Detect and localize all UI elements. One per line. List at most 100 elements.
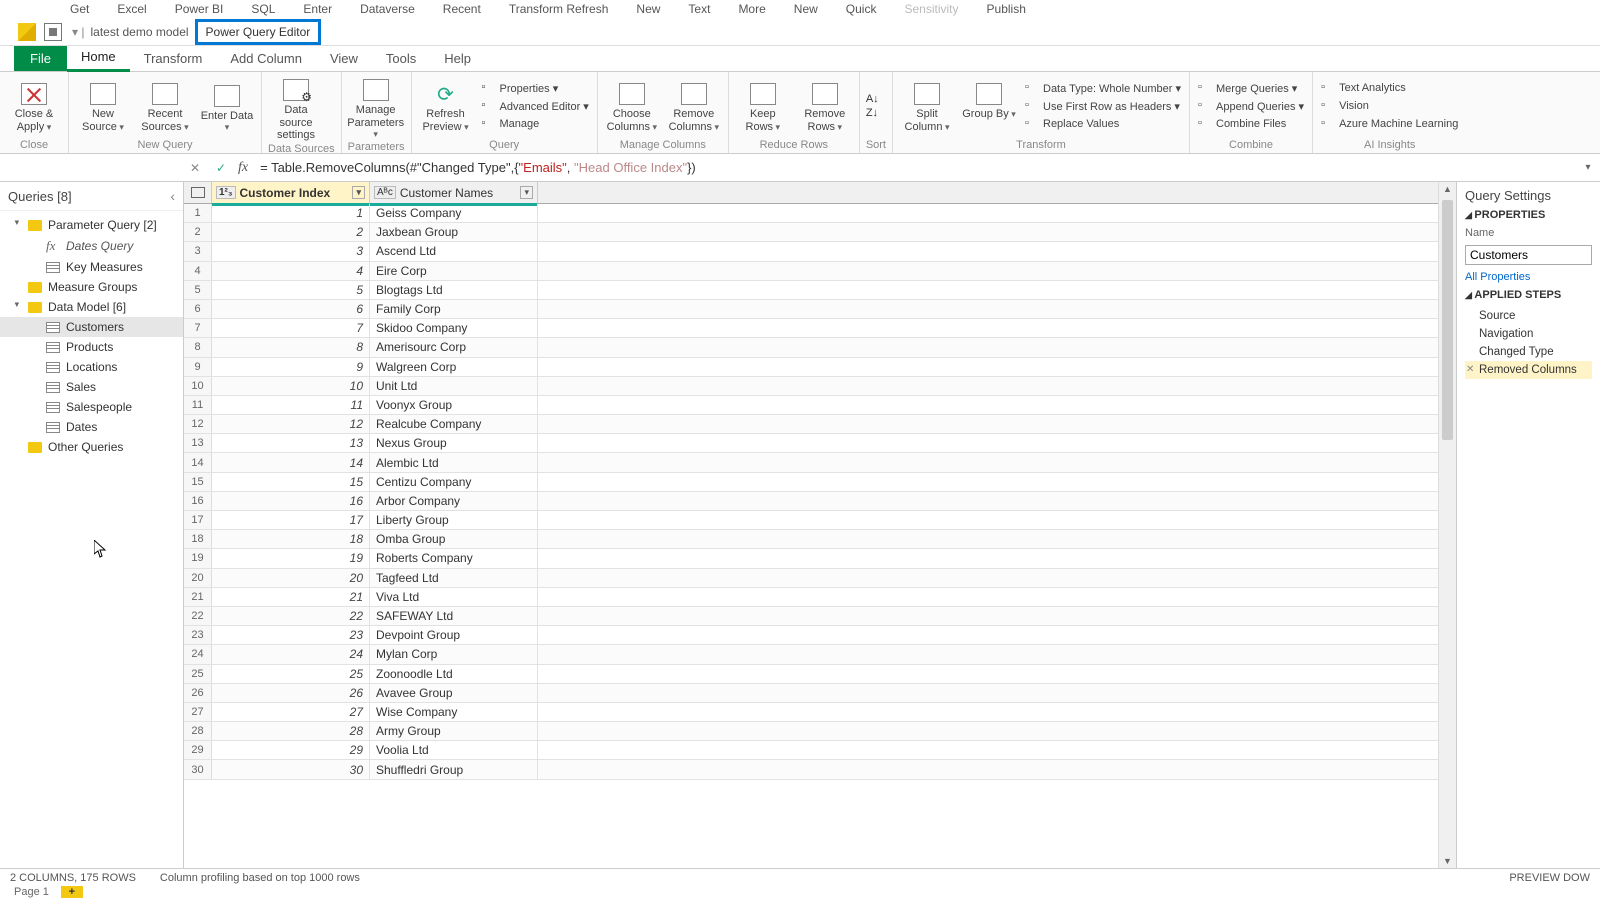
close-apply-button[interactable]: Close & Apply [6, 78, 62, 133]
table-row[interactable]: 1717Liberty Group [184, 511, 1438, 530]
cell-customer-index[interactable]: 27 [212, 703, 370, 721]
column-filter-button[interactable]: ▾ [352, 186, 365, 199]
recent-sources-button[interactable]: Recent Sources [137, 78, 193, 133]
cell-customer-name[interactable]: Army Group [370, 722, 538, 740]
append-queries-button[interactable]: ▫Append Queries ▾ [1196, 98, 1306, 114]
column-header-customer-names[interactable]: Aᴮc Customer Names ▾ [370, 182, 538, 203]
ribbon-tab-view[interactable]: View [316, 46, 372, 71]
query-item-customers[interactable]: Customers [0, 317, 183, 337]
column-filter-button[interactable]: ▾ [520, 186, 533, 199]
cell-customer-index[interactable]: 16 [212, 492, 370, 510]
ext-menu-item[interactable]: SQL [251, 2, 275, 16]
properties-button[interactable]: ▫Properties ▾ [480, 80, 591, 96]
vertical-scrollbar[interactable]: ▲ ▼ [1438, 182, 1456, 868]
table-row[interactable]: 2525Zoonoodle Ltd [184, 665, 1438, 684]
cell-customer-index[interactable]: 28 [212, 722, 370, 740]
cell-customer-index[interactable]: 21 [212, 588, 370, 606]
query-name-input[interactable] [1465, 245, 1592, 265]
cell-customer-name[interactable]: Eire Corp [370, 262, 538, 280]
table-row[interactable]: 88Amerisourc Corp [184, 338, 1438, 357]
cell-customer-index[interactable]: 11 [212, 396, 370, 414]
cell-customer-name[interactable]: Voolia Ltd [370, 741, 538, 759]
cell-customer-name[interactable]: Family Corp [370, 300, 538, 318]
cell-customer-index[interactable]: 12 [212, 415, 370, 433]
table-row[interactable]: 66Family Corp [184, 300, 1438, 319]
cell-customer-index[interactable]: 22 [212, 607, 370, 625]
ext-menu-item[interactable]: Recent [443, 2, 481, 16]
table-row[interactable]: 2020Tagfeed Ltd [184, 569, 1438, 588]
table-row[interactable]: 99Walgreen Corp [184, 358, 1438, 377]
table-row[interactable]: 55Blogtags Ltd [184, 281, 1438, 300]
table-row[interactable]: 2727Wise Company [184, 703, 1438, 722]
add-page-button[interactable]: + [61, 886, 83, 898]
cell-customer-name[interactable]: Zoonoodle Ltd [370, 665, 538, 683]
cell-customer-index[interactable]: 30 [212, 760, 370, 778]
formula-cancel-button[interactable]: ✕ [186, 161, 204, 175]
ribbon-tab-add-column[interactable]: Add Column [216, 46, 316, 71]
cell-customer-index[interactable]: 3 [212, 242, 370, 260]
table-row[interactable]: 2929Voolia Ltd [184, 741, 1438, 760]
cell-customer-name[interactable]: Wise Company [370, 703, 538, 721]
use-first-row-as-headers-button[interactable]: ▫Use First Row as Headers ▾ [1023, 98, 1183, 114]
query-item-dates-query[interactable]: fxDates Query [0, 235, 183, 257]
new-source-button[interactable]: New Source [75, 78, 131, 133]
advanced-editor-button[interactable]: ▫Advanced Editor ▾ [480, 98, 591, 114]
cell-customer-index[interactable]: 19 [212, 549, 370, 567]
cell-customer-name[interactable]: Jaxbean Group [370, 223, 538, 241]
applied-step-changed-type[interactable]: Changed Type [1465, 343, 1592, 361]
cell-customer-name[interactable]: Omba Group [370, 530, 538, 548]
save-icon[interactable] [44, 23, 62, 41]
combine-files-button[interactable]: ▫Combine Files [1196, 116, 1306, 132]
ext-menu-item[interactable]: Enter [303, 2, 332, 16]
split-column-button[interactable]: Split Column [899, 78, 955, 133]
cell-customer-name[interactable]: Devpoint Group [370, 626, 538, 644]
sort-asc-button[interactable]: A↓ [866, 93, 879, 105]
refresh-preview-button[interactable]: ⟳ Refresh Preview [418, 78, 474, 133]
cell-customer-index[interactable]: 4 [212, 262, 370, 280]
query-item-salespeople[interactable]: Salespeople [0, 397, 183, 417]
query-item-locations[interactable]: Locations [0, 357, 183, 377]
table-row[interactable]: 2626Avavee Group [184, 684, 1438, 703]
applied-step-removed-columns[interactable]: Removed Columns [1465, 361, 1592, 379]
table-row[interactable]: 2121Viva Ltd [184, 588, 1438, 607]
text-analytics-button[interactable]: ▫Text Analytics [1319, 80, 1460, 96]
table-row[interactable]: 1313Nexus Group [184, 434, 1438, 453]
cell-customer-name[interactable]: Avavee Group [370, 684, 538, 702]
applied-step-navigation[interactable]: Navigation [1465, 325, 1592, 343]
cell-customer-name[interactable]: SAFEWAY Ltd [370, 607, 538, 625]
cell-customer-name[interactable]: Voonyx Group [370, 396, 538, 414]
azure-machine-learning-button[interactable]: ▫Azure Machine Learning [1319, 116, 1460, 132]
ext-menu-item[interactable]: More [738, 2, 765, 16]
ext-menu-item[interactable]: Transform Refresh [509, 2, 609, 16]
cell-customer-index[interactable]: 20 [212, 569, 370, 587]
formula-input[interactable]: = Table.RemoveColumns(#"Changed Type",{"… [256, 158, 1568, 177]
manage-parameters-button[interactable]: Manage Parameters [348, 74, 404, 140]
cell-customer-name[interactable]: Unit Ltd [370, 377, 538, 395]
ribbon-tab-transform[interactable]: Transform [130, 46, 217, 71]
table-row[interactable]: 33Ascend Ltd [184, 242, 1438, 261]
table-row[interactable]: 2424Mylan Corp [184, 645, 1438, 664]
ribbon-tab-tools[interactable]: Tools [372, 46, 430, 71]
scroll-thumb[interactable] [1442, 200, 1453, 440]
ribbon-tab-file[interactable]: File [14, 46, 67, 71]
cell-customer-index[interactable]: 17 [212, 511, 370, 529]
cell-customer-index[interactable]: 15 [212, 473, 370, 491]
query-folder[interactable]: Data Model [6] [0, 297, 183, 317]
table-row[interactable]: 2323Devpoint Group [184, 626, 1438, 645]
cell-customer-name[interactable]: Viva Ltd [370, 588, 538, 606]
cell-customer-name[interactable]: Roberts Company [370, 549, 538, 567]
cell-customer-index[interactable]: 10 [212, 377, 370, 395]
cell-customer-index[interactable]: 29 [212, 741, 370, 759]
cell-customer-name[interactable]: Walgreen Corp [370, 358, 538, 376]
ext-menu-item[interactable]: Sensitivity [904, 2, 958, 16]
table-row[interactable]: 1111Voonyx Group [184, 396, 1438, 415]
cell-customer-name[interactable]: Amerisourc Corp [370, 338, 538, 356]
table-row[interactable]: 11Geiss Company [184, 204, 1438, 223]
query-item-measure-groups[interactable]: Measure Groups [0, 277, 183, 297]
table-row[interactable]: 22Jaxbean Group [184, 223, 1438, 242]
query-item-sales[interactable]: Sales [0, 377, 183, 397]
collapse-pane-button[interactable]: ‹ [170, 188, 175, 204]
cell-customer-index[interactable]: 2 [212, 223, 370, 241]
ribbon-tab-help[interactable]: Help [430, 46, 485, 71]
cell-customer-name[interactable]: Ascend Ltd [370, 242, 538, 260]
